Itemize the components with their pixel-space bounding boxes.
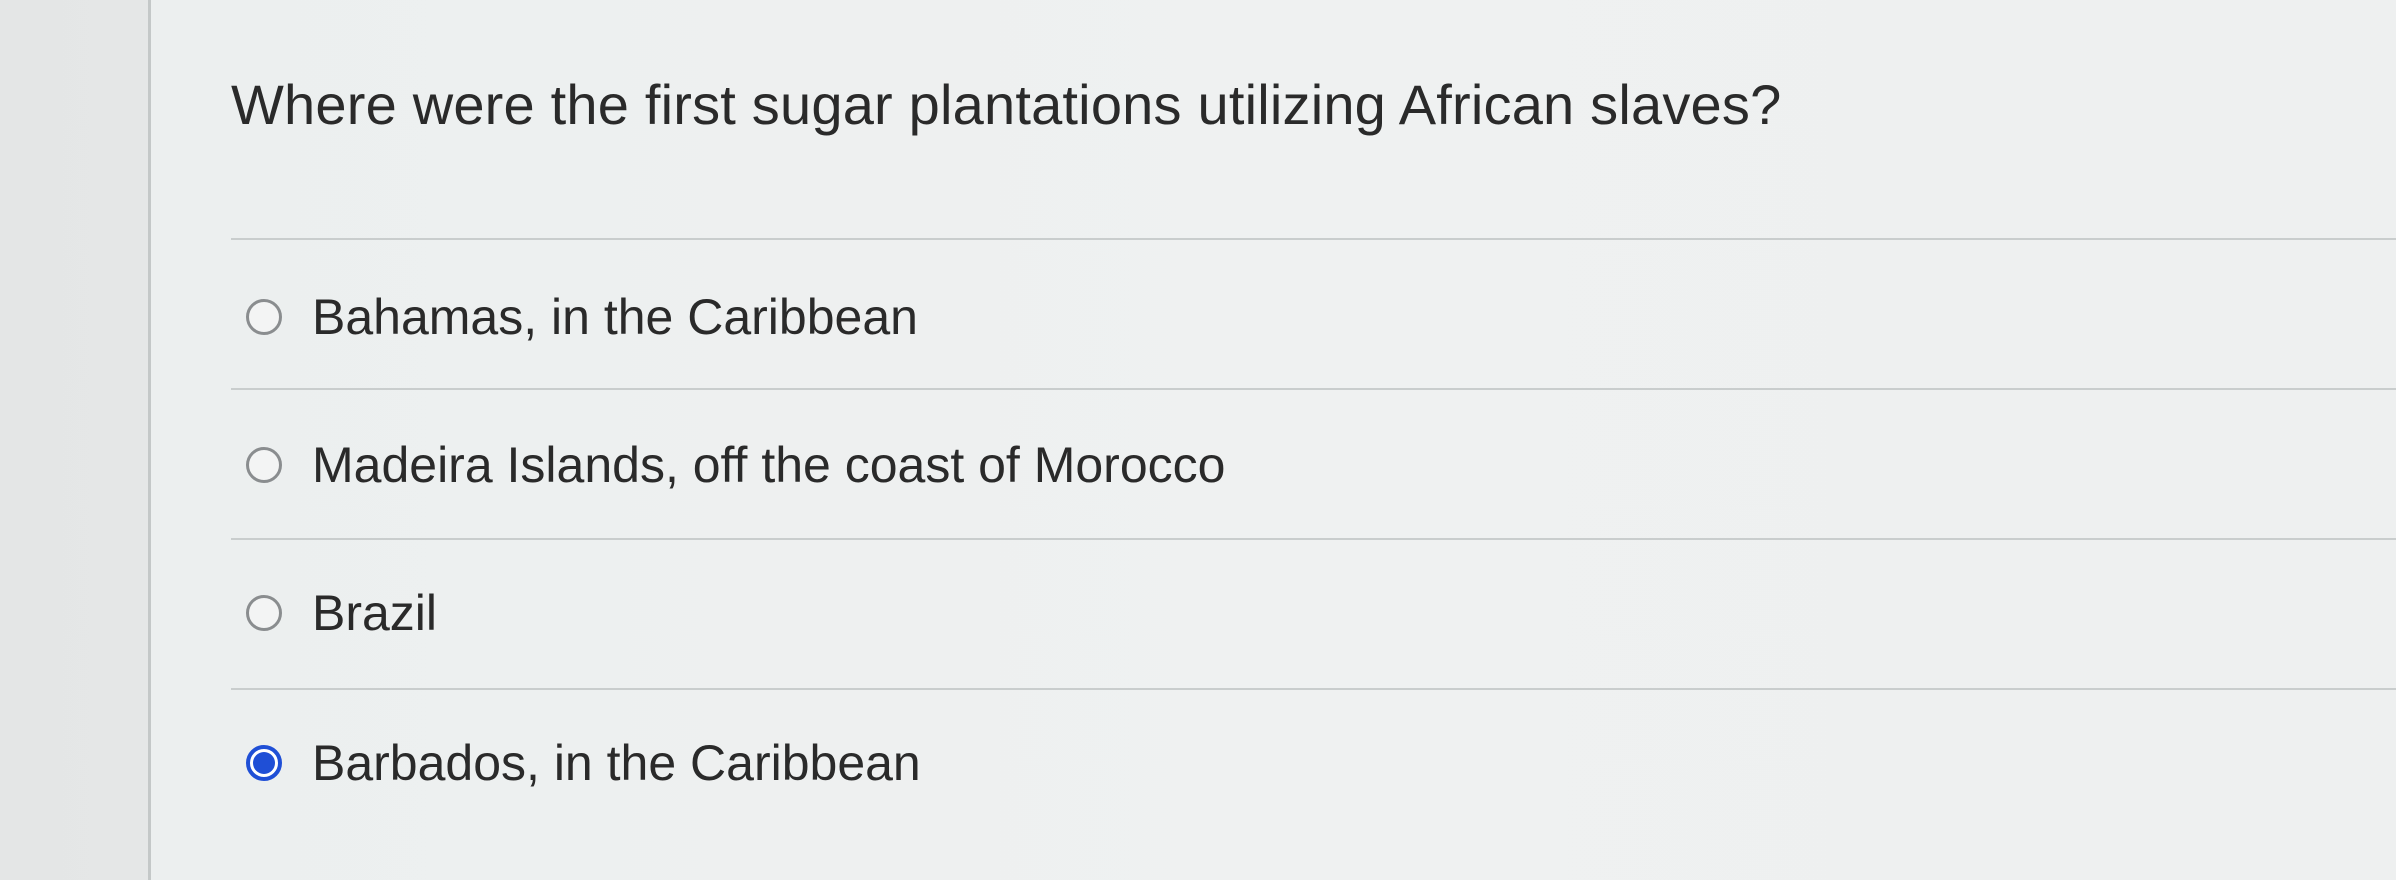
radio-button[interactable] (246, 595, 282, 631)
answer-option-brazil[interactable]: Brazil (246, 584, 437, 642)
answer-option-label: Bahamas, in the Caribbean (312, 289, 918, 345)
answer-option-barbados[interactable]: Barbados, in the Caribbean (246, 734, 921, 792)
radio-button[interactable] (246, 447, 282, 483)
answer-option-label: Barbados, in the Caribbean (312, 735, 921, 791)
question-text: Where were the first sugar plantations u… (231, 73, 1782, 136)
radio-button[interactable] (246, 299, 282, 335)
answer-option-bahamas[interactable]: Bahamas, in the Caribbean (246, 288, 918, 346)
answer-option-label: Madeira Islands, off the coast of Morocc… (312, 437, 1226, 493)
question-card: Where were the first sugar plantations u… (148, 0, 2396, 880)
divider (231, 688, 2396, 690)
answer-option-madeira[interactable]: Madeira Islands, off the coast of Morocc… (246, 436, 1225, 494)
radio-button-selected[interactable] (246, 745, 282, 781)
divider (231, 238, 2396, 240)
page: Where were the first sugar plantations u… (0, 0, 2396, 880)
answer-option-label: Brazil (312, 585, 438, 641)
divider (231, 538, 2396, 540)
divider (231, 388, 2396, 390)
